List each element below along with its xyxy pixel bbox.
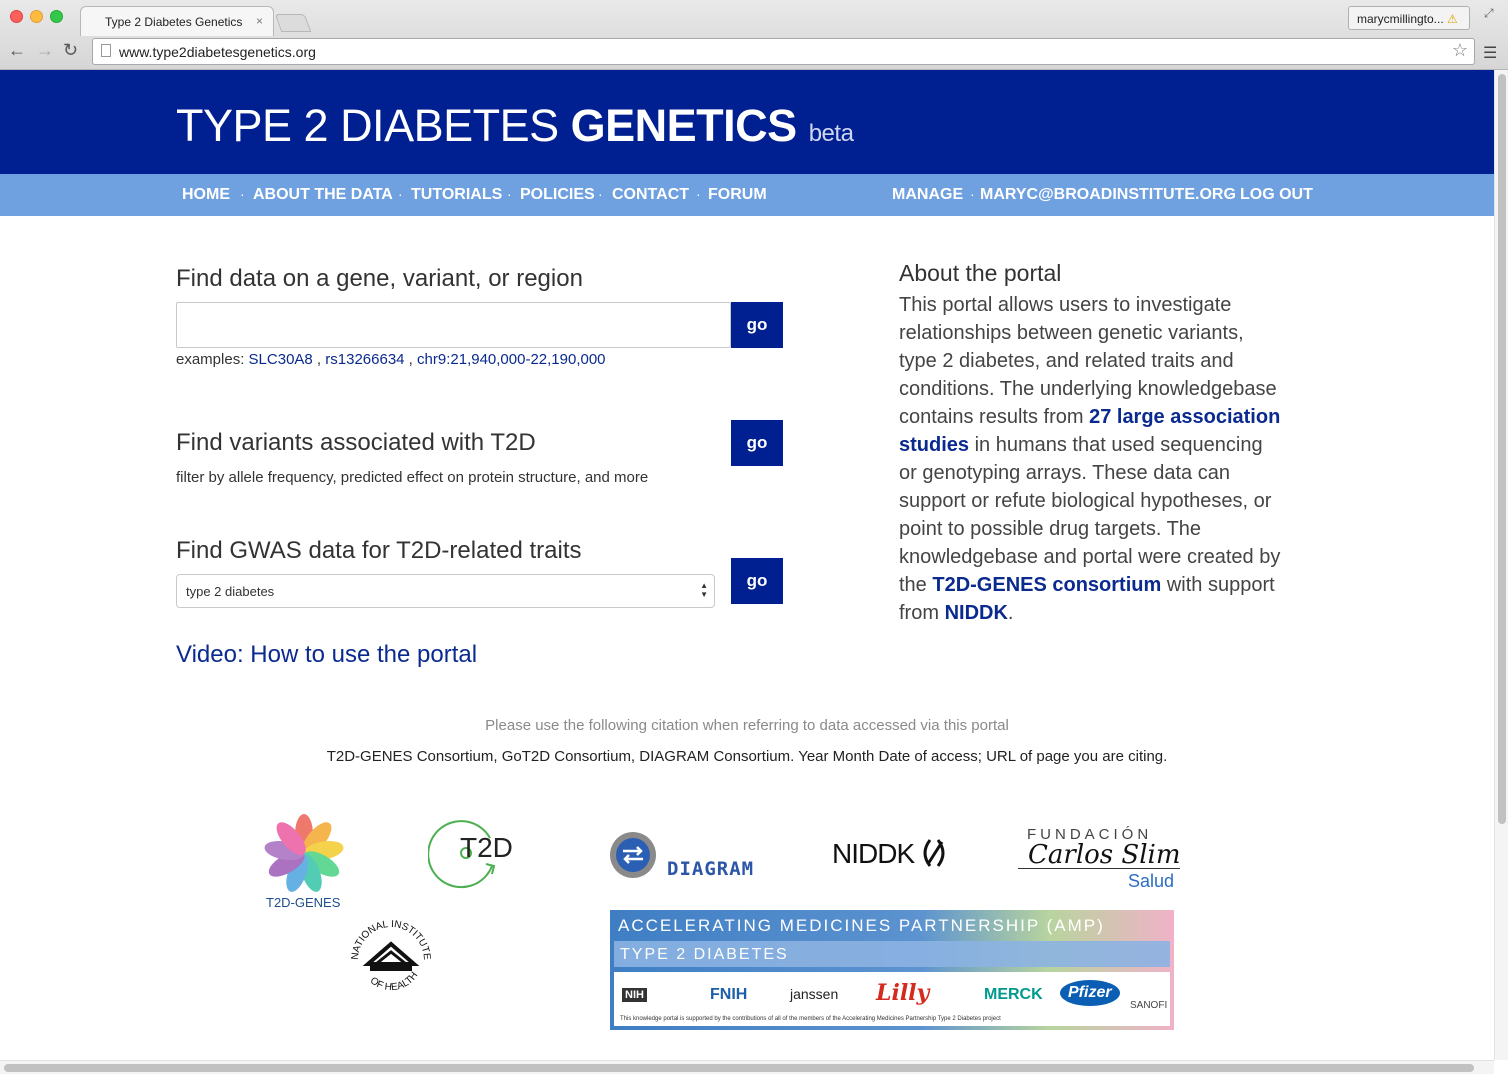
t2dgenes-logo-label: T2D-GENES: [266, 895, 341, 910]
gwas-go-button[interactable]: go: [731, 558, 783, 604]
amp-partner-nih: NIH: [622, 988, 647, 1002]
nav-separator: ·: [398, 186, 403, 202]
example-link-region[interactable]: chr9:21,940,000-22,190,000: [417, 351, 606, 368]
t2dgenes-flower-logo[interactable]: [262, 812, 346, 896]
amp-partner-fnih: FNIH: [710, 986, 748, 1003]
beta-label: beta: [808, 120, 854, 147]
horizontal-scroll-thumb[interactable]: [4, 1064, 1474, 1072]
amp-partner-sanofi: SANOFI: [1130, 1000, 1168, 1011]
nav-separator: ·: [240, 186, 245, 202]
nav-separator: ·: [507, 186, 512, 202]
back-icon[interactable]: ←: [8, 40, 26, 61]
title-light: TYPE 2 DIABETES: [176, 100, 571, 151]
bookmark-star-icon[interactable]: ☆: [1452, 40, 1468, 61]
nav-user-email[interactable]: MARYC@BROADINSTITUTE.ORG: [980, 186, 1236, 204]
vertical-scrollbar[interactable]: [1494, 70, 1508, 1060]
citation-note: Please use the following citation when r…: [485, 717, 1009, 734]
niddk-logo-text[interactable]: NIDDK: [832, 838, 915, 870]
video-tutorial-link[interactable]: Video: How to use the portal: [176, 641, 477, 669]
nav-policies[interactable]: POLICIES: [520, 186, 595, 204]
nav-forum[interactable]: FORUM: [708, 186, 767, 204]
niddk-swirl-icon: [923, 839, 945, 867]
variants-heading: Find variants associated with T2D: [176, 429, 536, 456]
amp-partner-pfizer: Pfizer: [1060, 980, 1120, 1006]
search-heading: Find data on a gene, variant, or region: [176, 265, 583, 292]
nav-logout[interactable]: LOG OUT: [1240, 186, 1313, 204]
nav-contact[interactable]: CONTACT: [612, 186, 689, 204]
nih-seal-bottom-text: OF HEALTH: [368, 970, 420, 993]
amp-partner-lilly: Lilly: [876, 980, 930, 1006]
close-window-button[interactable]: [10, 10, 23, 23]
diagram-logo-text: DIAGRAM: [667, 858, 755, 880]
address-bar[interactable]: www.type2diabetesgenetics.org ☆: [92, 38, 1475, 65]
tab-title: Type 2 Diabetes Genetics: [105, 15, 243, 29]
svg-text:OF HEALTH: OF HEALTH: [368, 970, 420, 993]
trait-select[interactable]: type 2 diabetes ▲ ▼: [176, 574, 715, 608]
nav-separator: ·: [970, 186, 975, 202]
fundacion-logo-salud: Salud: [1128, 871, 1175, 891]
fullscreen-icon[interactable]: ⤢: [1484, 6, 1494, 21]
about-text: in humans that used sequencing or genoty…: [899, 434, 1281, 596]
nav-separator: ·: [696, 186, 701, 202]
horizontal-scrollbar[interactable]: [0, 1060, 1494, 1074]
diagram-logo-icon[interactable]: [608, 830, 658, 880]
gene-search-input[interactable]: [176, 302, 731, 348]
search-examples: examples: SLC30A8 , rs13266634 , chr9:21…: [176, 351, 606, 368]
about-text: .: [1007, 602, 1014, 624]
nav-bar: HOME · ABOUT THE DATA · TUTORIALS · POLI…: [0, 174, 1494, 216]
tab-close-icon[interactable]: ×: [256, 14, 263, 28]
page-icon: [101, 44, 111, 57]
new-tab-button[interactable]: [274, 14, 312, 32]
reload-icon[interactable]: ↻: [63, 40, 78, 61]
amp-partner-janssen: janssen: [790, 986, 839, 1002]
variants-subtext: filter by allele frequency, predicted ef…: [176, 469, 649, 486]
examples-sep: ,: [312, 351, 326, 368]
amp-banner-band: TYPE 2 DIABETES: [614, 941, 1170, 967]
amp-banner-title: ACCELERATING MEDICINES PARTNERSHIP (AMP): [618, 916, 1105, 935]
amp-banner[interactable]: ACCELERATING MEDICINES PARTNERSHIP (AMP)…: [610, 910, 1174, 1030]
nav-manage[interactable]: MANAGE: [892, 186, 963, 204]
minimize-window-button[interactable]: [30, 10, 43, 23]
nav-tutorials[interactable]: TUTORIALS: [411, 186, 502, 204]
nav-separator: ·: [1227, 186, 1232, 202]
examples-sep: ,: [404, 351, 418, 368]
warning-icon: ⚠: [1447, 12, 1458, 26]
zoom-window-button[interactable]: [50, 10, 63, 23]
site-header: TYPE 2 DIABETES GENETICS beta: [0, 70, 1494, 174]
browser-chrome: Type 2 Diabetes Genetics × marycmillingt…: [0, 0, 1508, 70]
nav-about-data[interactable]: ABOUT THE DATA: [253, 186, 393, 204]
nav-separator: ·: [598, 186, 603, 202]
trait-select-value: type 2 diabetes: [186, 584, 275, 599]
title-bold: GENETICS: [570, 100, 798, 151]
site-title[interactable]: TYPE 2 DIABETES GENETICS beta: [176, 100, 854, 152]
t2dgenes-consortium-link[interactable]: T2D-GENES consortium: [932, 574, 1161, 596]
citation-text: T2D-GENES Consortium, GoT2D Consortium, …: [326, 748, 1168, 765]
niddk-link[interactable]: NIDDK: [945, 602, 1008, 624]
amp-partner-strip: NIH FNIH janssen Lilly MERCK Pfizer SANO…: [614, 972, 1170, 1026]
fundacion-logo-signature: Carlos Slim: [1028, 840, 1181, 870]
vertical-scroll-thumb[interactable]: [1498, 74, 1506, 824]
nih-seal-logo[interactable]: NATIONAL INSTITUTES OF HEALTH: [346, 912, 436, 1002]
amp-partner-merck: MERCK: [984, 986, 1043, 1003]
about-body: This portal allows users to investigate …: [899, 291, 1284, 627]
example-link-variant[interactable]: rs13266634: [325, 351, 404, 368]
examples-prefix: examples:: [176, 351, 249, 368]
amp-banner-footnote: This knowledge portal is supported by th…: [620, 1016, 1001, 1022]
example-link-gene[interactable]: SLC30A8: [249, 351, 313, 368]
profile-button[interactable]: marycmillingto... ⚠: [1348, 6, 1470, 30]
about-title: About the portal: [899, 260, 1062, 286]
profile-name: marycmillingto...: [1357, 12, 1444, 26]
amp-banner-subtitle: TYPE 2 DIABETES: [620, 946, 789, 963]
variants-go-button[interactable]: go: [731, 420, 783, 466]
menu-icon[interactable]: ☰: [1483, 43, 1497, 63]
browser-tab[interactable]: Type 2 Diabetes Genetics ×: [80, 6, 274, 36]
fundacion-logo-rule: [1018, 868, 1180, 869]
url-text[interactable]: www.type2diabetesgenetics.org: [119, 44, 316, 60]
gwas-heading: Find GWAS data for T2D-related traits: [176, 537, 582, 564]
forward-icon[interactable]: →: [36, 40, 54, 61]
select-arrows-icon: ▲ ▼: [700, 581, 708, 599]
got2d-logo-text: T2D: [460, 832, 513, 863]
nav-home[interactable]: HOME: [182, 186, 230, 204]
search-go-button[interactable]: go: [731, 302, 783, 348]
